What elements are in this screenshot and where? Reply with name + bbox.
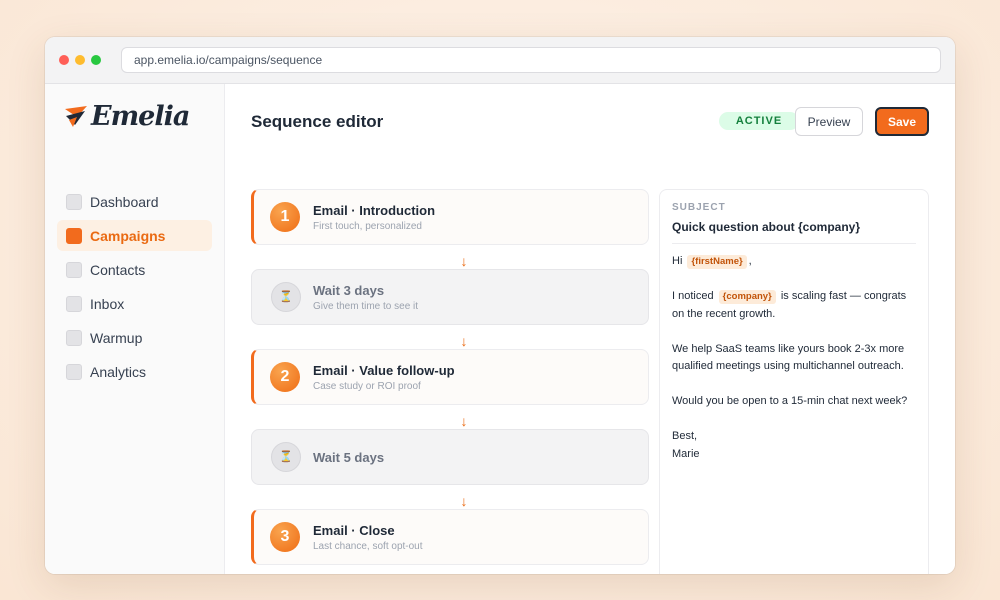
email-paragraph: I noticed {company} is scaling fast — co… (672, 288, 918, 323)
step-number-badge: 1 (270, 202, 300, 232)
hourglass-icon: ⏳ (271, 442, 301, 472)
email-subject[interactable]: Quick question about {company} (672, 220, 860, 234)
page-title: Sequence editor (251, 112, 384, 131)
maximize-window-dot[interactable] (91, 55, 101, 65)
status-badge: ACTIVE (719, 112, 799, 130)
email-signoff: Best, (672, 430, 698, 442)
sequence-step-email-3[interactable]: 3 Email · Close Last chance, soft opt-ou… (251, 509, 649, 565)
step-title: Email · Close (313, 523, 395, 538)
sequence-step-wait-2[interactable]: ⏳ Wait 5 days (251, 429, 649, 485)
sidebar-item-dashboard[interactable]: Dashboard (57, 186, 212, 217)
down-arrow-icon: ↓ (460, 333, 468, 349)
emelia-logo-icon (65, 106, 87, 127)
paragraph-text: I noticed (672, 290, 714, 302)
sidebar-item-label: Campaigns (90, 227, 166, 244)
sidebar-item-label: Inbox (90, 295, 125, 312)
email-preview-panel: SUBJECT Quick question about {company} H… (659, 189, 929, 574)
down-arrow-icon: ↓ (460, 253, 468, 269)
sequence-step-wait-1[interactable]: ⏳ Wait 3 days Give them time to see it (251, 269, 649, 325)
variable-tag-company[interactable]: {company} (718, 290, 776, 304)
warmup-icon (66, 329, 82, 346)
email-body[interactable]: Hi {firstName}, I noticed {company} is s… (672, 253, 918, 463)
step-number-badge: 2 (270, 362, 300, 392)
address-bar[interactable]: app.emelia.io/campaigns/sequence (121, 47, 941, 73)
brand-logo[interactable]: Emelia (63, 100, 190, 132)
email-paragraph: We help SaaS teams like yours book 2-3x … (672, 342, 905, 373)
save-button[interactable]: Save (875, 107, 929, 136)
dashboard-icon (66, 193, 82, 210)
sidebar-item-warmup[interactable]: Warmup (57, 322, 212, 353)
browser-window: app.emelia.io/campaigns/sequence Emelia … (45, 37, 955, 574)
greeting-punctuation: , (748, 255, 752, 267)
step-subtitle: Case study or ROI proof (313, 381, 421, 392)
step-number-badge: 3 (270, 522, 300, 552)
sequence-step-email-1[interactable]: 1 Email · Introduction First touch, pers… (251, 189, 649, 245)
sidebar-item-campaigns[interactable]: Campaigns (57, 220, 212, 251)
sidebar-item-analytics[interactable]: Analytics (57, 356, 212, 387)
sidebar-item-label: Contacts (90, 261, 146, 278)
email-paragraph: Would you be open to a 15-min chat next … (672, 395, 908, 407)
analytics-icon (66, 363, 82, 380)
sidebar-nav: Dashboard Campaigns Contacts Inbox Warmu… (57, 186, 212, 390)
step-title: Email · Introduction (313, 203, 436, 218)
sidebar-item-contacts[interactable]: Contacts (57, 254, 212, 285)
step-subtitle: Give them time to see it (313, 301, 419, 312)
sidebar-item-label: Warmup (90, 329, 143, 346)
down-arrow-icon: ↓ (460, 413, 468, 429)
step-subtitle: Last chance, soft opt-out (313, 541, 423, 552)
brand-name: Emelia (91, 100, 190, 132)
sidebar-item-inbox[interactable]: Inbox (57, 288, 212, 319)
sidebar-item-label: Dashboard (90, 193, 159, 210)
minimize-window-dot[interactable] (75, 55, 85, 65)
sidebar-item-label: Analytics (90, 363, 147, 380)
hourglass-icon: ⏳ (271, 282, 301, 312)
main-content: Sequence editor ACTIVE Preview Save 1 Em… (226, 84, 955, 574)
close-window-dot[interactable] (59, 55, 69, 65)
greeting-text: Hi (672, 255, 683, 267)
variable-tag-firstname[interactable]: {firstName} (687, 255, 747, 269)
inbox-icon (66, 295, 82, 312)
email-signature: Marie (672, 447, 700, 460)
divider (672, 243, 916, 244)
step-title: Wait 3 days (313, 283, 385, 298)
campaigns-icon (66, 227, 82, 244)
preview-button[interactable]: Preview (795, 107, 863, 136)
down-arrow-icon: ↓ (460, 493, 468, 509)
step-subtitle: First touch, personalized (313, 221, 422, 232)
step-title: Email · Value follow-up (313, 363, 455, 378)
subject-label: SUBJECT (672, 202, 726, 213)
sequence-step-email-2[interactable]: 2 Email · Value follow-up Case study or … (251, 349, 649, 405)
contacts-icon (66, 261, 82, 278)
browser-titlebar: app.emelia.io/campaigns/sequence (45, 37, 955, 84)
email-greeting: Hi {firstName}, (672, 253, 918, 271)
sidebar: Emelia Dashboard Campaigns Contacts Inbo… (45, 84, 225, 574)
step-title: Wait 5 days (313, 450, 385, 465)
